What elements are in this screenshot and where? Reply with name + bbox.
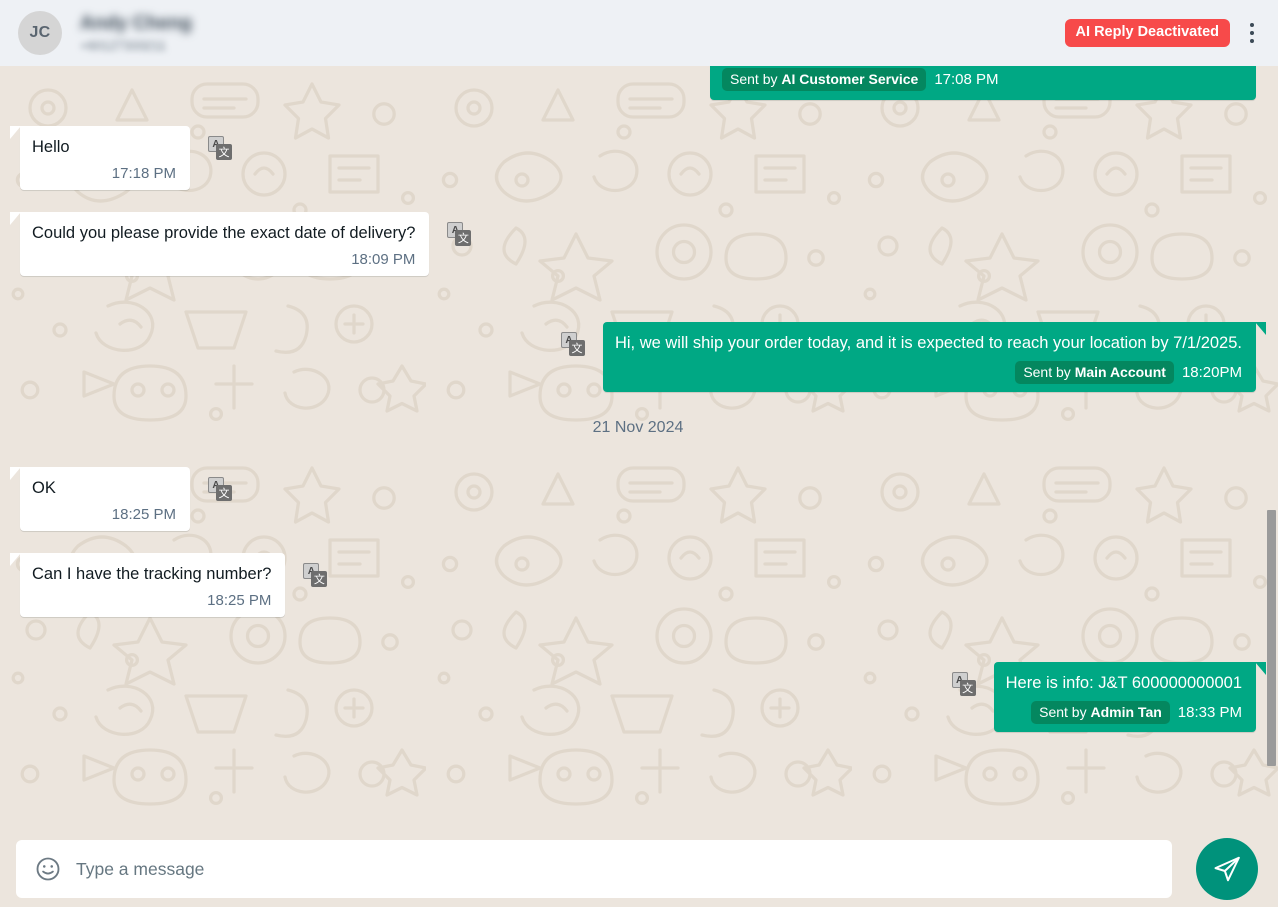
message-bubble-outgoing[interactable]: Hi, we will ship your order today, and i… xyxy=(602,322,1267,392)
message-time: 18:33 PM xyxy=(1177,704,1242,721)
message-time: 18:25 PM xyxy=(111,506,176,523)
ai-reply-status-badge[interactable]: AI Reply Deactivated xyxy=(1064,19,1230,47)
message-bubble-incoming[interactable]: Could you please provide the exact date … xyxy=(9,212,430,276)
translate-icon[interactable]: A 文 xyxy=(447,222,472,246)
message-row: A 文 Here is info: J&T 600000000001 Sent … xyxy=(20,662,1267,732)
sender-name: AI Customer Service xyxy=(781,71,919,87)
translate-cjk-glyph: 文 xyxy=(959,680,976,696)
whatsapp-chat-window: JC Andy Cheng +60127333211 AI Reply Deac… xyxy=(0,0,1278,907)
message-meta: 17:18 PM xyxy=(32,165,176,182)
translate-cjk-glyph: 文 xyxy=(568,340,585,356)
message-text: Could you please provide the exact date … xyxy=(32,224,416,242)
message-composer-bar xyxy=(0,831,1278,907)
chat-header: JC Andy Cheng +60127333211 AI Reply Deac… xyxy=(0,0,1278,66)
message-bubble-incoming[interactable]: Hello 17:18 PM xyxy=(10,126,190,190)
message-row: A 文 Hi, we will ship your order today, a… xyxy=(20,322,1267,392)
composer[interactable] xyxy=(16,840,1172,898)
sender-prefix: Sent by xyxy=(730,71,782,87)
contact-info[interactable]: Andy Cheng +60127333211 xyxy=(80,13,192,53)
send-button[interactable] xyxy=(1196,838,1258,900)
message-text: Here is info: J&T 600000000001 xyxy=(1005,674,1242,692)
message-bubble-incoming[interactable]: OK 18:25 PM xyxy=(10,467,190,531)
translate-cjk-glyph: 文 xyxy=(216,144,232,160)
message-text: Can I have the tracking number? xyxy=(32,565,272,583)
message-meta: Sent by AI Customer Service 17:08 PM xyxy=(722,68,999,91)
sender-name: Main Account xyxy=(1074,364,1166,380)
translate-icon[interactable]: A 文 xyxy=(208,477,232,501)
contact-phone: +60127333211 xyxy=(80,38,167,53)
message-time: 17:08 PM xyxy=(934,71,999,88)
avatar: JC xyxy=(18,11,62,55)
message-text: OK xyxy=(32,479,56,497)
translate-icon[interactable]: A 文 xyxy=(560,332,585,356)
message-scroll-area[interactable]: Sent by AI Customer Service 17:08 PM Hel… xyxy=(0,66,1278,831)
sender-chip: Sent by Main Account xyxy=(1015,361,1174,384)
message-bubble-outgoing[interactable]: Here is info: J&T 600000000001 Sent by A… xyxy=(993,662,1267,732)
message-row: Sent by AI Customer Service 17:08 PM xyxy=(20,66,1256,100)
translate-icon[interactable]: A 文 xyxy=(208,136,232,160)
message-input[interactable] xyxy=(76,858,1154,880)
message-bubble-incoming[interactable]: Can I have the tracking number? 18:25 PM xyxy=(9,553,286,617)
message-text: Hello xyxy=(32,138,70,156)
scrollbar-track[interactable] xyxy=(1265,66,1278,831)
smiley-emoji-icon[interactable] xyxy=(34,855,62,883)
sender-prefix: Sent by xyxy=(1039,704,1091,720)
contact-name: Andy Cheng xyxy=(80,13,192,34)
scrollbar-thumb[interactable] xyxy=(1267,510,1276,766)
message-meta: 18:25 PM xyxy=(32,592,271,609)
message-time: 18:09 PM xyxy=(351,251,416,268)
kebab-dot xyxy=(1250,31,1254,35)
kebab-menu-icon[interactable] xyxy=(1240,16,1264,50)
message-row: Hello 17:18 PM A 文 xyxy=(10,126,1256,190)
message-time: 18:20PM xyxy=(1181,364,1242,381)
message-row: Could you please provide the exact date … xyxy=(9,212,1256,276)
sender-chip: Sent by AI Customer Service xyxy=(722,68,927,91)
message-row: Can I have the tracking number? 18:25 PM… xyxy=(9,553,1256,617)
sender-prefix: Sent by xyxy=(1023,364,1075,380)
kebab-dot xyxy=(1250,39,1254,43)
message-meta: Sent by Admin Tan 18:33 PM xyxy=(1006,701,1242,724)
header-actions: AI Reply Deactivated xyxy=(1064,16,1264,50)
translate-cjk-glyph: 文 xyxy=(311,571,328,587)
message-text: Hi, we will ship your order today, and i… xyxy=(614,334,1242,352)
message-time: 18:25 PM xyxy=(207,592,272,609)
date-divider: 21 Nov 2024 xyxy=(592,419,684,436)
sender-chip: Sent by Admin Tan xyxy=(1031,701,1170,724)
message-row: OK 18:25 PM A 文 xyxy=(10,467,1256,531)
translate-cjk-glyph: 文 xyxy=(216,485,232,501)
message-list: Sent by AI Customer Service 17:08 PM Hel… xyxy=(0,66,1278,746)
message-bubble-outgoing[interactable]: Sent by AI Customer Service 17:08 PM xyxy=(710,66,1256,100)
message-meta: 18:09 PM xyxy=(32,251,415,268)
translate-cjk-glyph: 文 xyxy=(455,230,472,246)
translate-icon[interactable]: A 文 xyxy=(303,563,328,587)
kebab-dot xyxy=(1250,23,1254,27)
message-time: 17:18 PM xyxy=(111,165,176,182)
sender-name: Admin Tan xyxy=(1090,704,1162,720)
message-meta: 18:25 PM xyxy=(32,506,176,523)
translate-icon[interactable]: A 文 xyxy=(951,672,976,696)
message-meta: Sent by Main Account 18:20PM xyxy=(615,361,1242,384)
